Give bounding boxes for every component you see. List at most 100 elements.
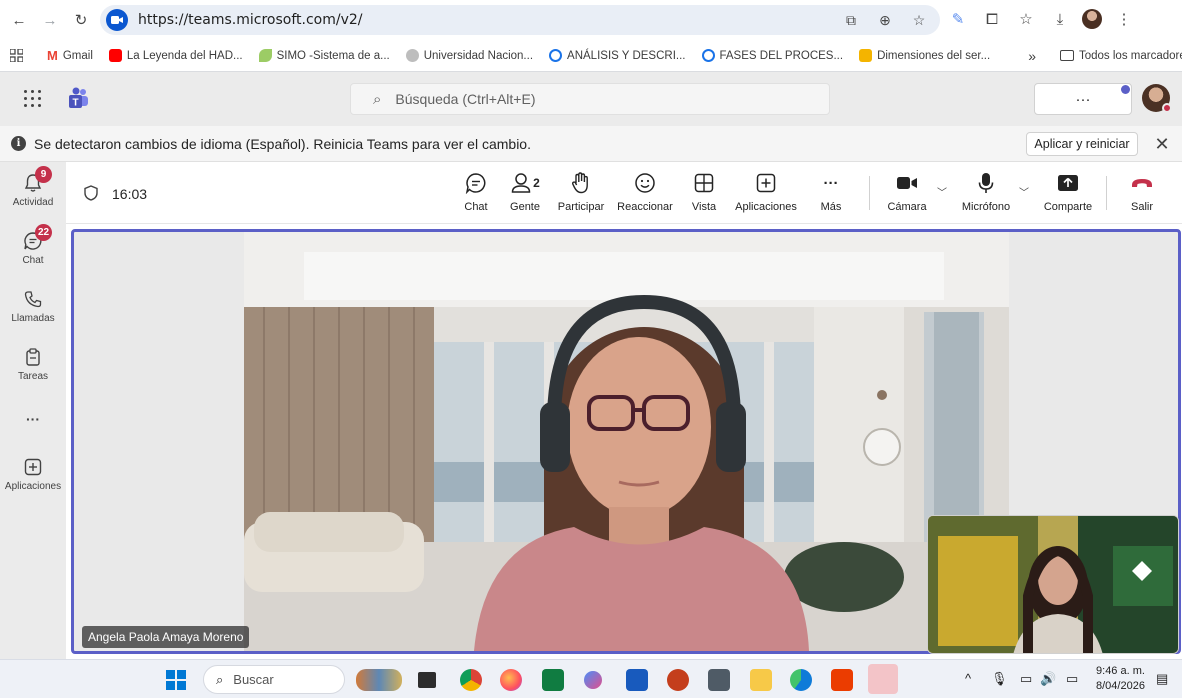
hand-icon (571, 172, 591, 194)
meeting-timer: 16:03 (112, 186, 148, 202)
mic-button[interactable]: Micrófono (960, 172, 1012, 218)
bookmark-fases[interactable]: FASES DEL PROCES... (694, 49, 852, 62)
presence-busy-icon (1162, 103, 1172, 113)
camera-app-icon[interactable] (708, 669, 730, 691)
leave-button[interactable]: Salir (1124, 172, 1160, 218)
microphone-tray-icon[interactable]: 🎙 (991, 671, 1008, 687)
bookmark-label: Universidad Nacion... (423, 49, 534, 62)
task-view-icon[interactable] (418, 672, 436, 688)
camera-chevron-down-icon[interactable]: ﹀ (937, 184, 947, 199)
camera-icon (896, 172, 918, 194)
control-label: Aplicaciones (735, 201, 797, 213)
install-app-icon[interactable]: ⧉ (840, 9, 862, 31)
chevron-up-icon[interactable]: ^ (965, 671, 971, 686)
rail-item-activity[interactable]: 9 Actividad (0, 166, 66, 224)
youtube-icon (108, 49, 122, 62)
svg-text:T: T (72, 98, 78, 109)
extension-icon[interactable]: ✎ (946, 7, 970, 31)
clipboard-icon (22, 346, 44, 368)
clock-date: 8/04/2026 (1096, 680, 1145, 692)
url-text[interactable]: https://teams.microsoft.com/v2/ (138, 12, 363, 28)
react-button[interactable]: Reaccionar (616, 172, 674, 218)
apps-button[interactable]: Aplicaciones (734, 172, 798, 218)
self-video-tile[interactable] (927, 515, 1179, 654)
bookmark-universidad[interactable]: Universidad Nacion... (398, 49, 541, 62)
bookmark-label: ANÁLISIS Y DESCRI... (567, 49, 686, 62)
edge-icon[interactable] (790, 669, 812, 691)
search-input[interactable] (395, 91, 796, 107)
header-more-button[interactable]: ··· (1034, 83, 1132, 115)
site-info-icon[interactable] (106, 9, 128, 31)
puzzle-icon[interactable]: ⧠ (980, 7, 1004, 31)
people-button[interactable]: 2 Gente (506, 172, 544, 218)
word-icon[interactable] (626, 669, 648, 691)
bookmark-star-icon[interactable]: ☆ (908, 9, 930, 31)
widgets-icon[interactable] (356, 669, 402, 691)
overflow-label: » (1028, 47, 1036, 64)
apply-restart-button[interactable]: Aplicar y reiniciar (1026, 132, 1138, 156)
more-actions-button[interactable]: ··· Más (816, 172, 846, 218)
apps-grid-icon[interactable] (0, 49, 31, 62)
zoom-icon[interactable]: ⊕ (874, 9, 896, 31)
bookmarks-overflow[interactable]: » (1020, 48, 1044, 64)
close-icon[interactable]: ✕ (1152, 132, 1172, 156)
language-notification: i Se detectaron cambios de idioma (Españ… (0, 126, 1182, 162)
rail-item-tasks[interactable]: Tareas (0, 346, 66, 398)
bookmarks-icon[interactable]: ☆ (1014, 7, 1038, 31)
teams-taskbar-icon[interactable] (868, 664, 898, 694)
bookmark-label: FASES DEL PROCES... (719, 49, 844, 62)
bookmark-youtube[interactable]: La Leyenda del HAD... (101, 49, 251, 62)
bookmark-gmail[interactable]: M Gmail (39, 48, 101, 63)
rail-item-calls[interactable]: Llamadas (0, 288, 66, 340)
globe-icon (701, 49, 715, 62)
app-rail: 9 Actividad 22 Chat Llamadas Tareas ··· … (0, 162, 66, 659)
menu-icon[interactable]: ⋮ (1112, 7, 1136, 31)
raise-hand-button[interactable]: Participar (556, 172, 606, 218)
trophy-icon (859, 49, 873, 62)
notification-dot (1121, 85, 1130, 94)
battery-icon[interactable]: ▭ (1066, 671, 1078, 687)
system-clock[interactable]: 9:46 a. m. 8/04/2026 (1096, 664, 1145, 694)
file-explorer-icon[interactable] (750, 669, 772, 691)
hang-up-icon (1130, 172, 1154, 194)
profile-avatar[interactable] (1082, 9, 1102, 29)
camera-button[interactable]: Cámara (884, 172, 930, 218)
chat-icon: 22 (22, 224, 53, 252)
mic-chevron-down-icon[interactable]: ﹀ (1019, 184, 1029, 199)
rail-item-apps[interactable]: Aplicaciones (0, 456, 66, 508)
network-icon[interactable]: ▭ (1020, 671, 1032, 687)
excel-icon[interactable] (542, 669, 564, 691)
activity-badge: 9 (35, 166, 52, 183)
teams-search[interactable]: ⌕ (350, 83, 830, 115)
rail-label: Llamadas (11, 313, 55, 324)
office-icon[interactable] (831, 669, 853, 691)
back-icon[interactable]: ← (6, 7, 32, 33)
notification-center-icon[interactable]: ▤ (1156, 671, 1168, 687)
download-icon[interactable]: ⤓ (1048, 7, 1072, 31)
meeting-toolbar: 16:03 Chat 2 Gente Participar Reaccionar… (66, 162, 1182, 224)
bookmark-analisis[interactable]: ANÁLISIS Y DESCRI... (541, 49, 693, 62)
bookmark-simo[interactable]: SIMO -Sistema de a... (251, 49, 398, 62)
bookmarks-bar: M Gmail La Leyenda del HAD... SIMO -Sist… (0, 40, 1182, 72)
all-bookmarks-label: Todos los marcadores (1079, 49, 1182, 62)
all-bookmarks[interactable]: Todos los marcadores (1052, 50, 1182, 62)
snipping-tool-icon[interactable] (584, 671, 602, 689)
app-launcher-icon[interactable] (20, 86, 44, 110)
chrome-icon[interactable] (460, 669, 482, 691)
share-button[interactable]: Comparte (1040, 172, 1096, 218)
speaker-icon[interactable]: 🔊 (1040, 671, 1056, 687)
bookmark-dimensiones[interactable]: Dimensiones del ser... (851, 49, 998, 62)
view-button[interactable]: Vista (686, 172, 722, 218)
taskbar-search[interactable]: ⌕ Buscar (203, 665, 345, 694)
reload-icon[interactable]: ↻ (68, 7, 94, 33)
rail-item-chat[interactable]: 22 Chat (0, 224, 66, 282)
forward-icon[interactable]: → (37, 7, 63, 33)
firefox-icon[interactable] (500, 669, 522, 691)
bookmark-label: Gmail (62, 49, 93, 62)
windows-start-icon[interactable] (166, 670, 186, 690)
powerpoint-icon[interactable] (667, 669, 689, 691)
rail-item-more[interactable]: ··· (0, 408, 66, 460)
address-bar[interactable]: https://teams.microsoft.com/v2/ ⧉ ⊕ ☆ (100, 5, 940, 35)
chat-button[interactable]: Chat (456, 172, 496, 218)
toolbar-divider (869, 176, 870, 210)
